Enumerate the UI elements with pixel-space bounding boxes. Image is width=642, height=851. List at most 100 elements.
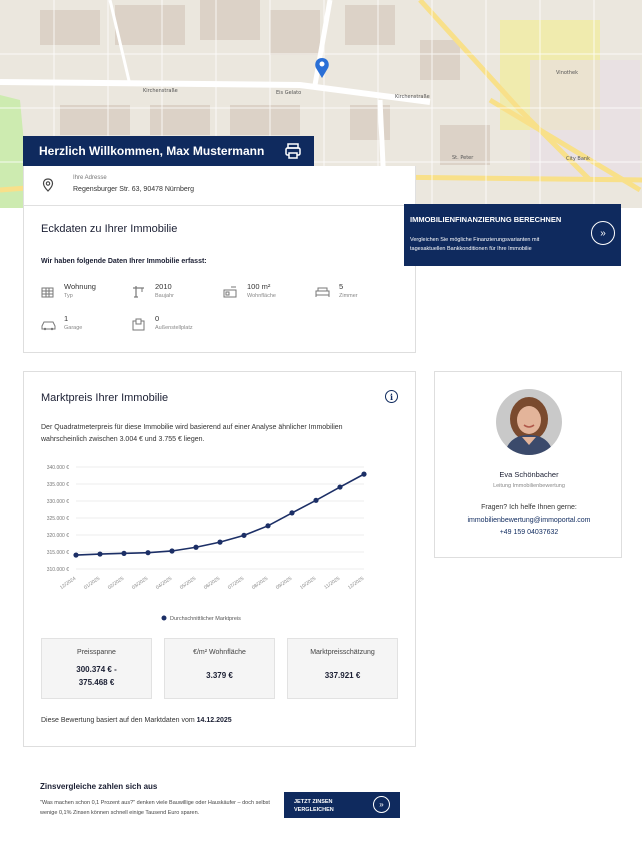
feature-typ: Wohnung Typ xyxy=(64,282,96,299)
stat-label: Marktpreisschätzung xyxy=(310,649,375,656)
data-point xyxy=(121,550,127,556)
compare-interest-button[interactable]: JETZT ZINSEN VERGLEICHEN » xyxy=(284,792,400,818)
map-place-label: Vinothek xyxy=(556,70,579,76)
x-tick-label: 01/2025 xyxy=(83,576,101,591)
property-details-title: Eckdaten zu Ihrer Immobilie xyxy=(41,223,178,235)
x-tick-label: 04/2025 xyxy=(155,576,173,591)
agent-question: Fragen? Ich helfe Ihnen gerne: xyxy=(481,504,577,511)
chevron-double-right-icon[interactable]: » xyxy=(591,221,615,245)
data-point xyxy=(361,471,367,477)
area-icon xyxy=(223,286,237,298)
agent-email-link[interactable]: immobilienbewertung@immoportal.com xyxy=(435,517,623,524)
x-tick-label: 06/2025 xyxy=(203,576,221,591)
feature-label: Außenstellplatz xyxy=(155,325,193,331)
feature-value: 5 xyxy=(339,282,344,291)
x-tick-label: 09/2025 xyxy=(275,576,293,591)
financing-banner[interactable]: IMMOBILIENFINANZIERUNG BERECHNEN Verglei… xyxy=(404,204,621,266)
valuation-footnote: Diese Bewertung basiert auf den Marktdat… xyxy=(41,717,232,724)
data-point xyxy=(289,510,295,516)
feature-value: 0 xyxy=(155,314,160,323)
legend-label: Durchschnittlicher Marktpreis xyxy=(170,616,241,622)
info-icon[interactable]: i xyxy=(385,390,398,403)
y-tick-label: 325.000 € xyxy=(47,516,69,522)
car-icon xyxy=(41,321,56,331)
agent-role: Leitung Immobilienbewertung xyxy=(493,483,565,489)
y-tick-label: 320.000 € xyxy=(47,533,69,539)
data-point xyxy=(265,523,271,529)
map-street-label: Kirchenstraße xyxy=(143,88,178,94)
x-tick-label: 05/2025 xyxy=(179,576,197,591)
address-label: Ihre Adresse xyxy=(73,175,107,181)
feature-wohnflaeche: 100 m² Wohnfläche xyxy=(247,282,276,299)
stat-label: €/m² Wohnfläche xyxy=(193,649,246,656)
stat-preisspanne: Preisspanne 300.374 € - 375.468 € xyxy=(41,638,152,699)
bed-icon xyxy=(315,287,330,297)
feature-label: Garage xyxy=(64,325,83,331)
feature-aussenstellplatz: 0 Außenstellplatz xyxy=(155,314,193,331)
feature-label: Baujahr xyxy=(155,293,174,299)
financing-title: IMMOBILIENFINANZIERUNG BERECHNEN xyxy=(410,215,562,224)
stat-value: 3.379 € xyxy=(206,671,233,680)
price-chart: 340.000 € 335.000 € 330.000 € 325.000 € 320.… xyxy=(47,465,367,622)
stat-preis-pro-qm: €/m² Wohnfläche 3.379 € xyxy=(164,638,275,699)
map-place-label: St. Peter xyxy=(452,155,474,161)
x-tick-label: 10/2025 xyxy=(299,576,317,591)
feature-value: 100 m² xyxy=(247,282,271,291)
x-tick-label: 02/2025 xyxy=(107,576,125,591)
compare-interest-label: JETZT ZINSEN VERGLEICHEN xyxy=(294,799,334,813)
feature-garage: 1 Garage xyxy=(64,314,82,331)
property-details-subtitle: Wir haben folgende Daten Ihrer Immobilie… xyxy=(41,258,207,265)
y-tick-label: 330.000 € xyxy=(47,499,69,505)
agent-phone-link[interactable]: +49 159 04037632 xyxy=(435,529,623,536)
y-tick-label: 310.000 € xyxy=(47,567,69,573)
interest-comparison-title: Zinsvergleiche zahlen sich aus xyxy=(40,782,158,791)
map-place-label: Eis Gelato xyxy=(276,90,302,96)
y-tick-label: 340.000 € xyxy=(47,465,69,471)
stat-value: 300.374 € - 375.468 € xyxy=(76,665,117,687)
welcome-title: Herzlich Willkommen, Max Mustermann xyxy=(39,144,265,158)
footnote-text: Diese Bewertung basiert auf den Marktdat… xyxy=(41,717,197,724)
financing-text: Vergleichen Sie mögliche Finanzierungsva… xyxy=(410,237,540,252)
print-icon[interactable] xyxy=(284,142,302,160)
data-point xyxy=(73,552,79,558)
data-point xyxy=(313,497,319,503)
market-price-card: Marktpreis Ihrer Immobilie i Der Quadrat… xyxy=(23,371,416,747)
market-price-title: Marktpreis Ihrer Immobilie xyxy=(41,392,169,404)
chevron-double-right-icon: » xyxy=(373,796,390,813)
agent-name: Eva Schönbacher xyxy=(499,470,559,479)
data-point xyxy=(193,544,199,550)
legend-marker xyxy=(161,615,167,621)
x-tick-label: 11/2025 xyxy=(323,576,341,591)
address-value: Regensburger Str. 63, 90478 Nürnberg xyxy=(73,186,195,193)
data-point xyxy=(169,548,175,554)
feature-baujahr: 2010 Baujahr xyxy=(155,282,174,299)
x-tick-label: 03/2025 xyxy=(131,576,149,591)
building-icon xyxy=(41,287,54,298)
feature-value: 2010 xyxy=(155,282,172,291)
stat-value: 337.921 € xyxy=(324,671,361,680)
data-point xyxy=(145,550,151,556)
feature-label: Typ xyxy=(64,293,73,299)
avatar xyxy=(496,389,562,455)
property-details-card: Eckdaten zu Ihrer Immobilie Wir haben fo… xyxy=(23,206,416,353)
map-street-label: Kirchenstraße xyxy=(395,94,430,100)
feature-label: Zimmer xyxy=(339,293,358,299)
map-place-label: City Bank xyxy=(566,156,590,162)
parking-icon xyxy=(132,318,145,331)
footnote-date: 14.12.2025 xyxy=(196,717,232,724)
data-point xyxy=(337,484,343,490)
x-tick-label: 12/2024 xyxy=(59,576,77,591)
address-box: Ihre Adresse Regensburger Str. 63, 90478… xyxy=(23,166,416,206)
data-point xyxy=(241,532,247,538)
crane-icon xyxy=(133,286,144,298)
feature-zimmer: 5 Zimmer xyxy=(339,282,358,299)
y-tick-label: 335.000 € xyxy=(47,482,69,488)
stat-marktpreisschaetzung: Marktpreisschätzung 337.921 € xyxy=(287,638,398,699)
contact-card: Eva Schönbacher Leitung Immobilienbewert… xyxy=(434,371,622,558)
x-tick-label: 08/2025 xyxy=(251,576,269,591)
x-tick-label: 07/2025 xyxy=(227,576,245,591)
welcome-banner: Herzlich Willkommen, Max Mustermann xyxy=(23,136,314,166)
location-pin-icon xyxy=(42,178,54,192)
x-tick-label: 12/2025 xyxy=(347,576,365,591)
data-point xyxy=(97,551,103,557)
